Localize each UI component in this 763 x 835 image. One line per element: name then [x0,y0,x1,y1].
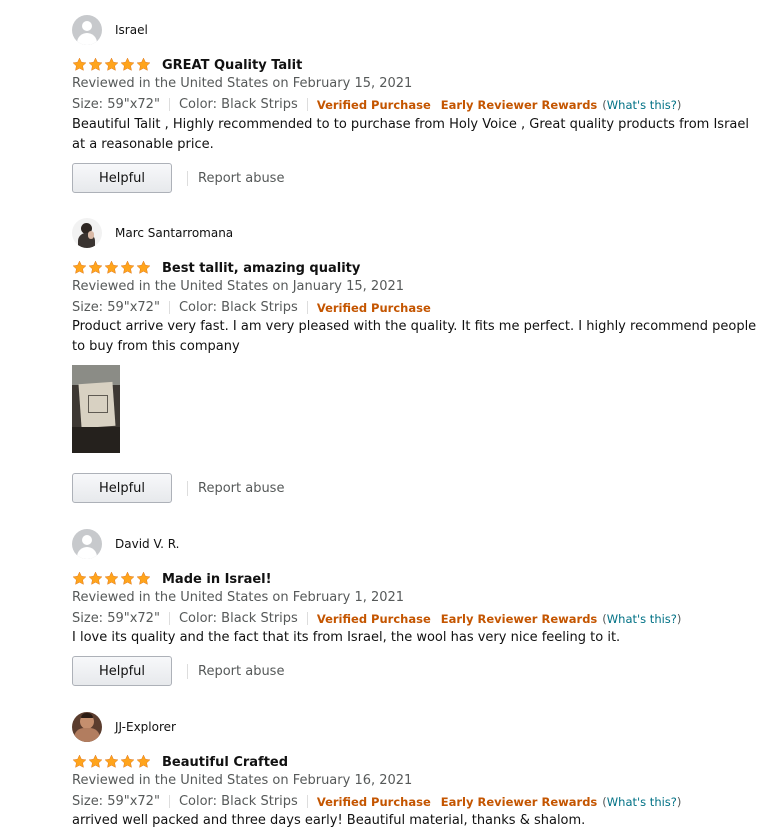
reviewer-name: Israel [115,23,148,37]
star-icon [120,754,136,770]
reviewer-profile[interactable]: David V. R. [72,528,179,560]
review-text: Beautiful Talit , Highly recommended to … [72,117,750,152]
review-title[interactable]: Made in Israel! [162,572,272,587]
size-variant[interactable]: Size: 59"x72" [72,97,160,112]
star-icon [136,260,152,276]
star-icon [104,260,120,276]
divider [168,795,170,808]
review-actions: Helpful Report abuse [72,656,284,686]
star-icon [136,571,152,587]
verified-purchase-badge: Verified Purchase [316,300,431,315]
report-abuse-link[interactable]: Report abuse [198,481,284,496]
divider [187,663,188,679]
reviewer-profile[interactable]: Marc Santarromana [72,217,233,249]
star-rating[interactable] [72,754,152,770]
reviewer-profile[interactable]: Israel [72,14,148,46]
divider [168,612,170,625]
review-meta: Size: 59"x72" Color: Black Strips Verifi… [72,97,681,112]
review-actions: Helpful Report abuse [72,163,284,193]
review-meta: Size: 59"x72" Color: Black Strips Verifi… [72,300,431,315]
star-icon [120,571,136,587]
star-rating[interactable] [72,571,152,587]
star-icon [88,260,104,276]
helpful-button[interactable]: Helpful [72,163,172,193]
color-variant[interactable]: Color: Black Strips [179,794,298,809]
divider [168,98,170,111]
early-reviewer-badge: Early Reviewer Rewards [440,611,598,626]
report-abuse-link[interactable]: Report abuse [198,664,284,679]
review-text: arrived well packed and three days early… [72,813,586,828]
divider [306,795,308,808]
star-icon [104,57,120,73]
star-icon [120,57,136,73]
divider [306,98,308,111]
star-icon [88,571,104,587]
star-icon [136,57,152,73]
review-meta: Size: 59"x72" Color: Black Strips Verifi… [72,794,681,809]
report-abuse-link[interactable]: Report abuse [198,171,284,186]
whats-this-link[interactable]: (What's this?) [602,98,681,112]
verified-purchase-badge: Verified Purchase [316,794,431,809]
reviewer-name: JJ-Explorer [115,720,176,734]
size-variant[interactable]: Size: 59"x72" [72,794,160,809]
star-icon [88,57,104,73]
review-image-thumbnail[interactable] [72,365,120,453]
whats-this-link[interactable]: (What's this?) [602,795,681,809]
divider [168,301,170,314]
verified-purchase-badge: Verified Purchase [316,97,431,112]
star-icon [104,571,120,587]
review-date: Reviewed in the United States on January… [72,279,405,294]
divider [306,301,308,314]
avatar [72,218,102,248]
star-icon [136,754,152,770]
review-header: GREAT Quality Talit [72,55,302,75]
divider [187,170,188,186]
review-text: Product arrive very fast. I am very plea… [72,319,757,354]
verified-purchase-badge: Verified Purchase [316,611,431,626]
star-icon [72,754,88,770]
star-icon [72,57,88,73]
review-header: Best tallit, amazing quality [72,258,360,278]
review-title[interactable]: Beautiful Crafted [162,755,288,770]
whats-this-link[interactable]: (What's this?) [602,612,681,626]
review-date: Reviewed in the United States on Februar… [72,590,405,605]
review-date: Reviewed in the United States on Februar… [72,773,413,788]
size-variant[interactable]: Size: 59"x72" [72,611,160,626]
avatar [72,712,102,742]
review-title[interactable]: GREAT Quality Talit [162,58,302,73]
star-icon [72,571,88,587]
color-variant[interactable]: Color: Black Strips [179,611,298,626]
star-rating[interactable] [72,57,152,73]
reviewer-name: David V. R. [115,537,180,551]
review-title[interactable]: Best tallit, amazing quality [162,261,360,276]
color-variant[interactable]: Color: Black Strips [179,97,298,112]
helpful-button[interactable]: Helpful [72,656,172,686]
star-icon [104,754,120,770]
star-icon [72,260,88,276]
early-reviewer-badge: Early Reviewer Rewards [440,794,598,809]
review-actions: Helpful Report abuse [72,473,284,503]
review-text: I love its quality and the fact that its… [72,630,621,645]
early-reviewer-badge: Early Reviewer Rewards [440,97,598,112]
star-rating[interactable] [72,260,152,276]
star-icon [88,754,104,770]
avatar [72,15,102,45]
color-variant[interactable]: Color: Black Strips [179,300,298,315]
review-date: Reviewed in the United States on Februar… [72,76,413,91]
review-header: Beautiful Crafted [72,752,288,772]
divider [187,480,188,496]
reviewer-profile[interactable]: JJ-Explorer [72,711,176,743]
star-icon [120,260,136,276]
size-variant[interactable]: Size: 59"x72" [72,300,160,315]
review-meta: Size: 59"x72" Color: Black Strips Verifi… [72,611,681,626]
avatar [72,529,102,559]
review-header: Made in Israel! [72,569,272,589]
divider [306,612,308,625]
reviewer-name: Marc Santarromana [115,226,234,240]
helpful-button[interactable]: Helpful [72,473,172,503]
